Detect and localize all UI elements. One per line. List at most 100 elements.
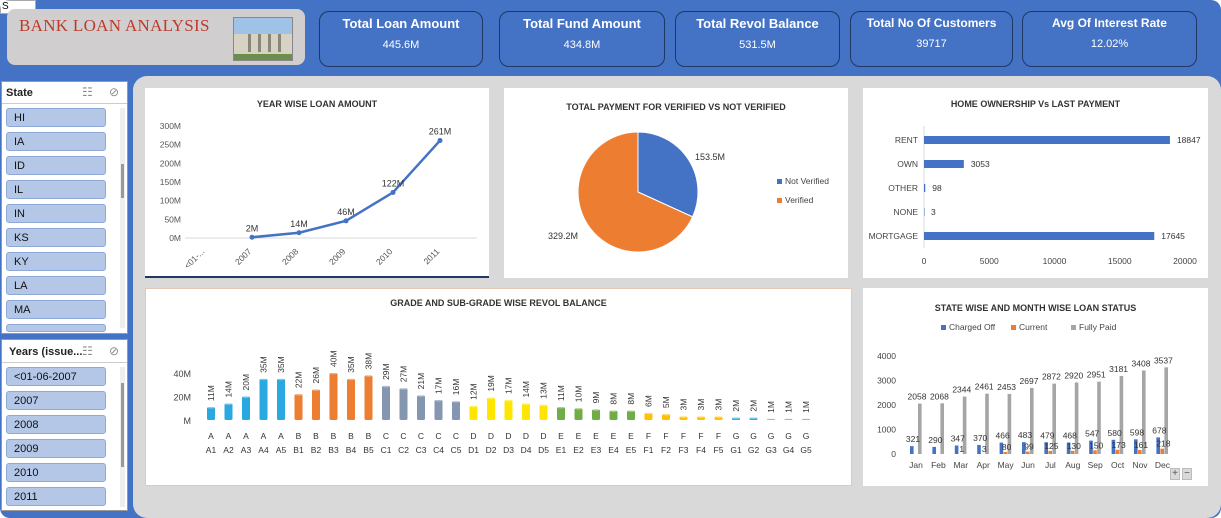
slicer-item-partial[interactable] (6, 324, 106, 332)
slicer-item-ia[interactable]: IA (6, 132, 106, 151)
group-label: D (470, 431, 476, 441)
kpi-value: 531.5M (739, 39, 776, 51)
slice-label: 329.2M (548, 231, 578, 241)
expand-icon[interactable]: + (1170, 468, 1180, 480)
bar-cap (522, 402, 530, 406)
bar-cap (399, 386, 408, 390)
group-label: E (628, 431, 634, 441)
bar (382, 385, 390, 420)
subgrade-label: G4 (783, 445, 795, 455)
bar-cap (364, 373, 373, 377)
slicer-item-year[interactable]: <01-06-2007 (6, 367, 106, 386)
scrollbar-thumb[interactable] (121, 164, 124, 198)
data-label: 2461 (975, 382, 994, 392)
slicer-item-year[interactable]: 2011 (6, 487, 106, 506)
clear-filter-icon[interactable]: ⊘ (109, 85, 119, 99)
slicer-item-year[interactable]: 2010 (6, 463, 106, 482)
bar (1003, 452, 1008, 454)
data-label: 98 (932, 183, 942, 193)
slicer-item-year[interactable]: 2009 (6, 439, 106, 458)
y-tick-label: 300M (160, 121, 181, 131)
slicer-item-year[interactable]: 2008 (6, 415, 106, 434)
bar (924, 208, 925, 216)
kpi-label: Total No Of Customers (866, 16, 997, 30)
scrollbar-thumb[interactable] (121, 383, 124, 467)
years-slicer[interactable]: Years (issue... ☷ ⊘ <01-06-2007 2007 200… (1, 339, 128, 511)
data-label: 8M (626, 393, 636, 405)
bar (347, 378, 355, 420)
bar-cap (802, 417, 810, 421)
group-label: A (243, 431, 249, 441)
loan-status-chart: 0 1000 2000 3000 4000 Charged Off Current Fully… (877, 322, 1173, 470)
subgrade-label: D5 (538, 445, 549, 455)
bar (417, 395, 425, 420)
x-tick-label: 20000 (1173, 256, 1197, 266)
bar (1138, 450, 1142, 454)
data-label: 125 (1044, 441, 1058, 451)
subgrade-label: C2 (398, 445, 409, 455)
kpi-total-customers[interactable]: Total No Of Customers 39717 (850, 11, 1013, 67)
slicer-item-il[interactable]: IL (6, 180, 106, 199)
month-label: Apr (977, 460, 990, 470)
data-label: 3408 (1132, 359, 1151, 369)
data-label: 173 (1112, 440, 1126, 450)
slicer-scrollbar[interactable] (120, 367, 125, 507)
title-box: BANK LOAN ANALYSIS (7, 9, 305, 65)
kpi-total-loan-amount[interactable]: Total Loan Amount 445.6M (319, 11, 483, 67)
multi-select-icon[interactable]: ☷ (82, 344, 93, 358)
clear-filter-icon[interactable]: ⊘ (109, 344, 119, 358)
legend-label: Verified (785, 195, 814, 205)
group-label: C (435, 431, 441, 441)
collapse-icon[interactable]: − (1182, 468, 1192, 480)
slicer-item-id[interactable]: ID (6, 156, 106, 175)
month-label: Feb (931, 460, 946, 470)
bar (364, 375, 373, 420)
subgrade-label: B4 (346, 445, 357, 455)
slicer-item-ma[interactable]: MA (6, 300, 106, 319)
slicer-item-ky[interactable]: KY (6, 252, 106, 271)
subgrade-label: F5 (714, 445, 724, 455)
bar-cap (224, 402, 233, 406)
bar (592, 409, 600, 420)
category-label: MORTGAGE (869, 231, 919, 241)
bar-cap (662, 412, 670, 416)
data-label: 468 (1063, 431, 1077, 441)
kpi-total-revol-balance[interactable]: Total Revol Balance 531.5M (675, 11, 840, 67)
grade-revol-chart: M 20M 40M 11M A A1 14M A A2 20M A A3 35M A A4 35M A A5 22M… (173, 350, 811, 455)
data-label: 35M (259, 356, 269, 373)
slicer-item-la[interactable]: LA (6, 276, 106, 295)
slicer-item-ks[interactable]: KS (6, 228, 106, 247)
data-label: 9M (591, 392, 601, 404)
bar-cap (679, 414, 688, 418)
state-slicer[interactable]: State ☷ ⊘ HI IA ID IL IN KS KY LA MA (1, 81, 128, 334)
subgrade-label: F1 (644, 445, 654, 455)
subgrade-label: B3 (328, 445, 339, 455)
slicer-item-year[interactable]: 2007 (6, 391, 106, 410)
y-tick-label: 2000 (877, 400, 896, 410)
bar-cap (714, 414, 723, 418)
slicer-item-hi[interactable]: HI (6, 108, 106, 127)
kpi-avg-interest-rate[interactable]: Avg Of Interest Rate 12.02% (1022, 11, 1197, 67)
bank-building-image (233, 17, 293, 61)
bar-cap (767, 417, 775, 421)
data-label: 12M (469, 383, 479, 400)
bar-cap (417, 393, 425, 397)
slicer-scrollbar[interactable] (120, 108, 125, 328)
group-label: E (576, 431, 582, 441)
data-point (437, 138, 443, 144)
subgrade-label: E5 (626, 445, 637, 455)
bar-cap (697, 414, 705, 418)
subgrade-label: A3 (241, 445, 252, 455)
y-tick-label: 1000 (877, 425, 896, 435)
multi-select-icon[interactable]: ☷ (82, 85, 93, 99)
y-tick-label: 20M (173, 393, 191, 403)
kpi-total-fund-amount[interactable]: Total Fund Amount 434.8M (499, 11, 665, 67)
kpi-value: 445.6M (382, 39, 420, 51)
bar (977, 444, 981, 454)
data-label: 1M (784, 401, 794, 413)
group-label: D (523, 431, 529, 441)
slicer-item-in[interactable]: IN (6, 204, 106, 223)
data-label: 321 (906, 434, 920, 444)
group-label: F (716, 431, 721, 441)
data-label: 80 (1002, 442, 1012, 452)
